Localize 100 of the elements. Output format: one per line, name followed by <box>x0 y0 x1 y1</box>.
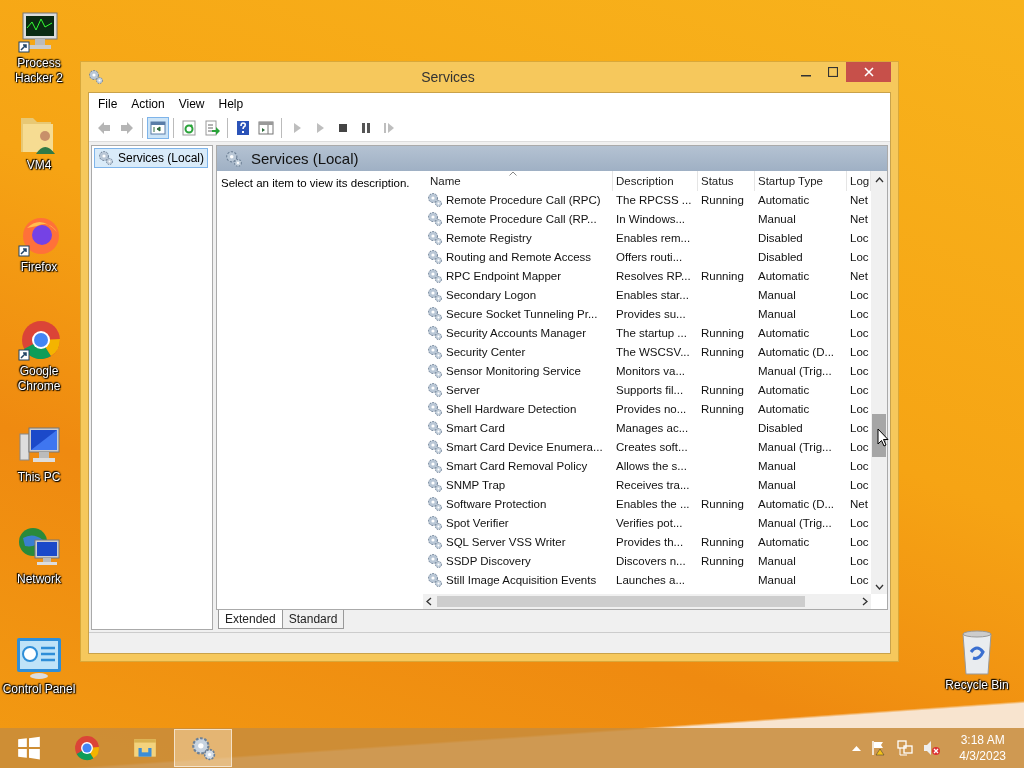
gear-icon <box>427 514 443 531</box>
service-name[interactable]: Shell Hardware Detection <box>446 402 577 415</box>
scroll-up-icon[interactable] <box>874 177 884 183</box>
log-on-as: Loc <box>850 345 869 358</box>
startup-type: Manual <box>758 307 796 320</box>
view-tab[interactable]: Extended <box>218 610 283 629</box>
menu-item[interactable]: View <box>171 94 212 113</box>
log-on-as: Loc <box>850 421 869 434</box>
gear-icon <box>427 457 443 474</box>
service-description: Monitors va... <box>616 364 686 377</box>
gear-icon <box>427 552 443 569</box>
horizontal-scrollbar[interactable] <box>423 594 871 609</box>
tree-item[interactable]: Services (Local) <box>94 148 209 168</box>
service-description: Creates soft... <box>616 440 688 453</box>
service-name[interactable]: Remote Registry <box>446 231 532 244</box>
startup-type: Automatic <box>758 326 810 339</box>
gear-icon <box>427 495 443 512</box>
tree-pane-button[interactable] <box>147 116 169 139</box>
service-name[interactable]: RPC Endpoint Mapper <box>446 269 562 282</box>
startup-type: Manual (Trig... <box>758 440 832 453</box>
service-name[interactable]: SQL Server VSS Writer <box>446 535 566 548</box>
gear-icon <box>427 571 443 588</box>
service-name[interactable]: Secure Socket Tunneling Pr... <box>446 307 598 320</box>
scroll-down-icon[interactable] <box>874 584 884 590</box>
service-name[interactable]: Routing and Remote Access <box>446 250 592 263</box>
refresh-icon <box>181 119 197 136</box>
gear-icon <box>427 191 443 208</box>
service-name[interactable]: Smart Card <box>446 421 505 434</box>
column-header[interactable]: Status <box>698 171 755 191</box>
service-name[interactable]: Server <box>446 383 480 396</box>
column-header[interactable]: Startup Type <box>755 171 847 191</box>
service-description: Allows the s... <box>616 459 687 472</box>
scroll-right-icon[interactable] <box>862 597 868 606</box>
gear-icon <box>427 533 443 550</box>
gear-icon <box>98 150 114 166</box>
startup-type: Disabled <box>758 231 803 244</box>
service-name[interactable]: SNMP Trap <box>446 478 506 491</box>
service-description: Enables rem... <box>616 231 691 244</box>
service-description: Enables the ... <box>616 497 690 510</box>
service-description: Supports fil... <box>616 383 684 396</box>
service-name[interactable]: Secondary Logon <box>446 288 537 301</box>
flag-warning-icon[interactable] <box>871 740 888 756</box>
startup-type: Manual (Trig... <box>758 364 832 377</box>
service-name[interactable]: Security Center <box>446 345 526 358</box>
scrollbar-thumb[interactable] <box>437 596 805 607</box>
service-description: Discovers n... <box>616 554 686 567</box>
service-status: Running <box>701 497 744 510</box>
service-description: Provides su... <box>616 307 686 320</box>
scroll-left-icon[interactable] <box>426 597 432 606</box>
startup-type: Automatic <box>758 269 810 282</box>
window-title: Services <box>420 69 476 85</box>
gear-icon <box>427 419 443 436</box>
tree-pane-icon <box>150 119 166 136</box>
service-name[interactable]: Software Protection <box>446 497 547 510</box>
network-monitor-icon[interactable] <box>897 740 914 756</box>
service-description: Offers routi... <box>616 250 683 263</box>
menu-item[interactable]: Help <box>211 94 251 113</box>
column-header[interactable]: Name <box>427 171 613 191</box>
log-on-as: Loc <box>850 288 869 301</box>
menu-item[interactable]: File <box>91 94 125 113</box>
gear-icon <box>427 362 443 379</box>
service-description: The WSCSV... <box>616 345 690 358</box>
gear-icon <box>427 305 443 322</box>
service-description: Provides th... <box>616 535 684 548</box>
service-name[interactable]: Sensor Monitoring Service <box>446 364 581 377</box>
gear-icon <box>190 735 216 761</box>
service-name[interactable]: SSDP Discovery <box>446 554 531 567</box>
service-name[interactable]: Remote Procedure Call (RP... <box>446 212 597 225</box>
service-description: Resolves RP... <box>616 269 691 282</box>
close-icon <box>863 67 874 77</box>
log-on-as: Loc <box>850 554 869 567</box>
startup-type: Disabled <box>758 421 803 434</box>
gear-icon <box>427 267 443 284</box>
log-on-as: Net <box>850 193 868 206</box>
vertical-scrollbar[interactable] <box>871 171 887 594</box>
view-tab[interactable]: Standard <box>281 610 345 629</box>
service-status: Running <box>701 535 744 548</box>
log-on-as: Loc <box>850 535 869 548</box>
gear-icon <box>225 149 243 168</box>
control-panel-icon <box>15 636 63 680</box>
log-on-as: Loc <box>850 440 869 453</box>
log-on-as: Loc <box>850 402 869 415</box>
service-name[interactable]: Security Accounts Manager <box>446 326 586 339</box>
menu-item[interactable]: Action <box>124 94 172 113</box>
service-description: In Windows... <box>616 212 686 225</box>
speaker-muted-icon[interactable] <box>923 740 942 756</box>
show-hidden-icons-icon[interactable] <box>852 745 862 751</box>
service-status: Running <box>701 383 744 396</box>
clock-time: 3:18 AM <box>960 732 1005 748</box>
service-name[interactable]: Spot Verifier <box>446 516 509 529</box>
service-name[interactable]: Smart Card Device Enumera... <box>446 440 603 453</box>
column-header[interactable]: Description <box>613 171 698 191</box>
service-name[interactable]: Remote Procedure Call (RPC) <box>446 193 601 206</box>
service-name[interactable]: Still Image Acquisition Events <box>446 573 597 586</box>
services-taskbar-button[interactable] <box>174 729 232 767</box>
log-on-as: Net <box>850 212 868 225</box>
service-name[interactable]: Smart Card Removal Policy <box>446 459 588 472</box>
log-on-as: Loc <box>850 478 869 491</box>
startup-type: Automatic <box>758 535 810 548</box>
startup-type: Automatic (D... <box>758 345 835 358</box>
